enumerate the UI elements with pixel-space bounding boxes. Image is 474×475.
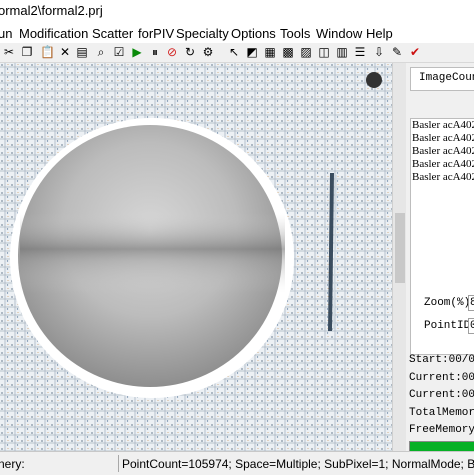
menu-window[interactable]: Window — [316, 26, 362, 41]
find-icon[interactable]: ⌕ — [94, 45, 108, 59]
play-icon[interactable]: ▶ — [130, 45, 144, 59]
toolbar: ✂ ❐ 📋 ✕ ▤ ⌕ ☑ ▶ ⏸ ⊘ ↻ ⚙ ↖ ◩ ▦ ▩ ▨ ◫ ▥ ☰ … — [0, 43, 474, 63]
cut-icon[interactable]: ✂ — [2, 45, 16, 59]
menu-scatter[interactable]: Scatter — [92, 26, 133, 41]
grid-icon[interactable]: ▩ — [281, 45, 295, 59]
point-id-label: PointID — [424, 320, 471, 332]
data-icon[interactable]: ▥ — [335, 45, 349, 59]
status-info: PointCount=105974; Space=Multiple; SubPi… — [122, 457, 474, 471]
title-bar: ormal2\formal2.prj — [0, 0, 474, 25]
window-title: ormal2\formal2.prj — [0, 3, 103, 18]
zoom-label: Zoom(%) — [424, 297, 471, 309]
speckle-image — [0, 63, 392, 451]
free-memory-info: FreeMemory: — [409, 424, 474, 436]
scroll-thumb[interactable] — [395, 213, 405, 283]
status-divider — [118, 455, 119, 472]
menu-help[interactable]: Help — [366, 26, 393, 41]
pointer-icon[interactable]: ↖ — [227, 45, 241, 59]
table-icon[interactable]: ▦ — [263, 45, 277, 59]
image-count-header: ImageCount — [410, 67, 474, 91]
menu-modification[interactable]: Modification — [19, 26, 88, 41]
export-icon[interactable]: ⇩ — [372, 45, 386, 59]
total-memory-info: TotalMemory: — [409, 407, 474, 419]
image-canvas[interactable] — [0, 63, 392, 451]
paste-icon[interactable]: 📋 — [40, 45, 55, 59]
grid2-icon[interactable]: ▨ — [299, 45, 313, 59]
current-info-1: Current:00/ — [409, 372, 474, 384]
list-icon[interactable]: ☰ — [353, 45, 367, 59]
list-item[interactable]: Basler acA402 — [411, 119, 474, 132]
check-box-icon[interactable]: ☑ — [112, 45, 126, 59]
check-icon[interactable]: ✔ — [408, 45, 422, 59]
menu-tools[interactable]: Tools — [280, 26, 310, 41]
settings-icon[interactable]: ✎ — [390, 45, 404, 59]
vertical-scrollbar[interactable] — [392, 63, 407, 451]
chart-icon[interactable]: ◫ — [317, 45, 331, 59]
current-info-2: Current:00/ — [409, 389, 474, 401]
menu-bar: un Modification Scatter forPIV Specialty… — [0, 25, 474, 43]
side-panel: ImageCount Basler acA402 Basler acA402 B… — [406, 63, 474, 453]
menu-options[interactable]: Options — [231, 26, 276, 41]
image-tool-icon[interactable]: ◩ — [245, 45, 259, 59]
list-item[interactable]: Basler acA402 — [411, 145, 474, 158]
list-item[interactable]: Basler acA402 — [411, 158, 474, 171]
image-count-label: ImageCount — [419, 72, 474, 84]
status-bar: nery: PointCount=105974; Space=Multiple;… — [0, 451, 474, 475]
image-icon[interactable]: ▤ — [75, 45, 89, 59]
menu-run[interactable]: un — [0, 26, 12, 41]
list-item[interactable]: Basler acA402 — [411, 132, 474, 145]
refresh-icon[interactable]: ↻ — [183, 45, 197, 59]
zoom-input[interactable]: 8 — [468, 295, 474, 311]
pause-icon[interactable]: ⏸ — [148, 45, 162, 59]
delete-icon[interactable]: ✕ — [58, 45, 72, 59]
point-id-input[interactable]: 0 — [468, 318, 474, 334]
list-item[interactable]: Basler acA402 — [411, 171, 474, 184]
menu-specialty[interactable]: Specialty — [176, 26, 229, 41]
copy-icon[interactable]: ❐ — [20, 45, 34, 59]
tool-icon[interactable]: ⚙ — [201, 45, 215, 59]
start-info: Start:00/00/ — [409, 354, 474, 366]
status-memory: nery: — [0, 457, 25, 471]
cancel-icon[interactable]: ⊘ — [165, 45, 179, 59]
menu-forpiv[interactable]: forPIV — [138, 26, 174, 41]
